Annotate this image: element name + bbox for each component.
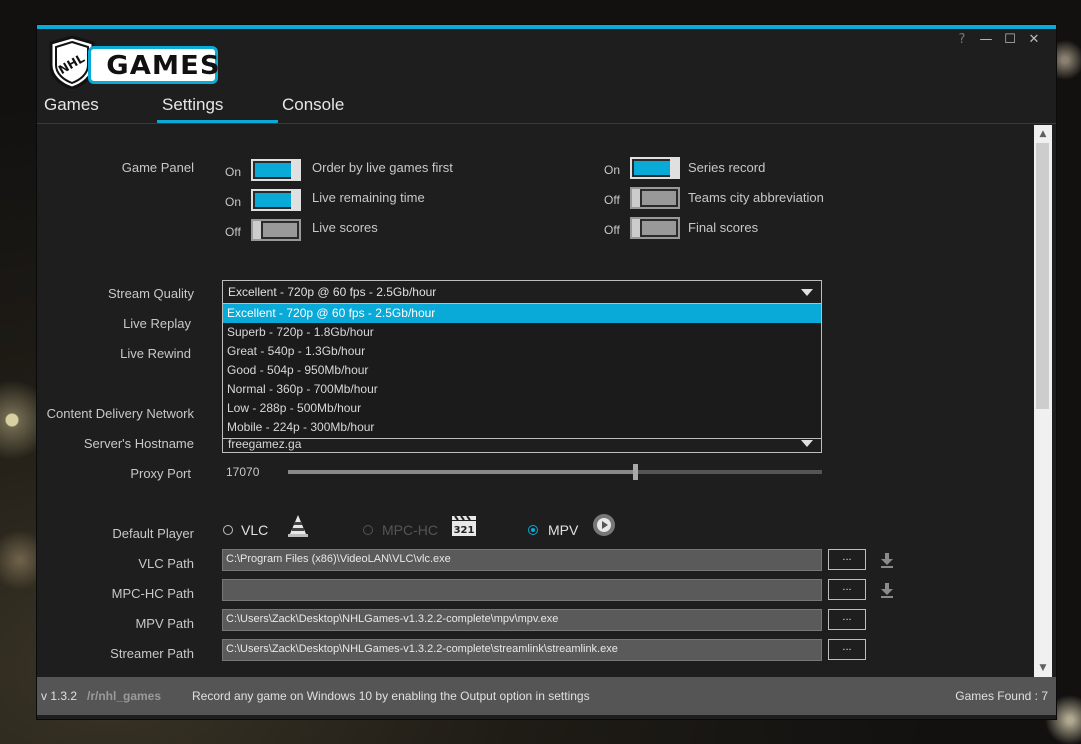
chevron-down-icon — [801, 289, 813, 296]
app-window: NHL GAMES ? — ☐ ✕ Games Settings Console… — [37, 25, 1056, 719]
mpv-browse-button[interactable]: ... — [828, 609, 866, 630]
slider-thumb[interactable] — [633, 464, 639, 480]
mpc-hc-radio-label: MPC-HC — [382, 522, 438, 538]
final-scores-toggle[interactable] — [630, 217, 680, 239]
teams-city-abbreviation-toggle[interactable] — [630, 187, 680, 209]
game-panel-label: Game Panel — [121, 160, 194, 175]
svg-text:321: 321 — [454, 525, 475, 536]
mpv-radio[interactable] — [528, 525, 538, 535]
stream-quality-select[interactable]: Excellent - 720p @ 60 fps - 2.5Gb/hour — [222, 280, 822, 304]
toggle-state: Off — [604, 223, 620, 237]
mpc-hc-radio[interactable] — [363, 525, 373, 535]
vertical-scrollbar[interactable]: ▲ ▼ — [1034, 125, 1052, 677]
tab-games[interactable]: Games — [44, 95, 99, 115]
dropdown-option[interactable]: Normal - 360p - 700Mb/hour — [223, 380, 821, 399]
toggle-label: Live remaining time — [312, 190, 425, 205]
download-icon[interactable] — [880, 552, 894, 568]
order-live-first-toggle[interactable] — [251, 159, 301, 181]
stream-quality-dropdown: Excellent - 720p @ 60 fps - 2.5Gb/hour S… — [222, 303, 822, 439]
mpc-clapper-icon: 321 — [452, 515, 476, 536]
hostname-label: Server's Hostname — [83, 436, 194, 451]
vlc-radio-label: VLC — [241, 522, 269, 538]
dropdown-option[interactable]: Low - 288p - 500Mb/hour — [223, 399, 821, 418]
live-rewind-label: Live Rewind — [120, 346, 191, 361]
toggle-label: Live scores — [312, 220, 378, 235]
version-text: v 1.3.2 — [41, 689, 78, 703]
toggle-label: Series record — [688, 160, 766, 175]
vlc-path-input[interactable]: C:\Program Files (x86)\VideoLAN\VLC\vlc.… — [222, 549, 822, 571]
scrollbar-thumb[interactable] — [1036, 143, 1049, 409]
mpc-hc-path-input[interactable] — [222, 579, 822, 601]
live-replay-label: Live Replay — [123, 316, 191, 331]
vlc-cone-icon — [288, 515, 308, 537]
mpc-hc-browse-button[interactable]: ... — [828, 579, 866, 600]
toggle-state: Off — [604, 193, 620, 207]
series-record-toggle[interactable] — [630, 157, 680, 179]
slider-fill — [288, 470, 636, 474]
maximize-icon[interactable]: ☐ — [998, 32, 1022, 47]
default-player-label: Default Player — [112, 526, 194, 541]
stream-quality-label: Stream Quality — [108, 286, 194, 301]
logo-text: GAMES — [106, 51, 221, 81]
scroll-up-icon[interactable]: ▲ — [1034, 126, 1052, 142]
mpv-path-label: MPV Path — [135, 616, 194, 631]
mpv-play-icon — [593, 514, 615, 536]
hostname-select[interactable]: freegamez.ga — [222, 437, 822, 453]
toggle-label: Final scores — [688, 220, 759, 235]
dropdown-option[interactable]: Superb - 720p - 1.8Gb/hour — [223, 323, 821, 342]
vlc-browse-button[interactable]: ... — [828, 549, 866, 570]
subreddit-link[interactable]: /r/nhl_games — [87, 689, 161, 703]
streamer-path-label: Streamer Path — [110, 646, 194, 661]
status-tip: Record any game on Windows 10 by enablin… — [192, 689, 590, 703]
toggle-label: Teams city abbreviation — [688, 190, 824, 205]
proxy-port-label: Proxy Port — [130, 466, 191, 481]
mpv-path-value: C:\Users\Zack\Desktop\NHLGames-v1.3.2.2-… — [226, 613, 559, 625]
tab-console[interactable]: Console — [282, 95, 344, 115]
hostname-value: freegamez.ga — [228, 437, 302, 451]
proxy-port-slider[interactable] — [288, 464, 822, 480]
streamer-path-input[interactable]: C:\Users\Zack\Desktop\NHLGames-v1.3.2.2-… — [222, 639, 822, 661]
download-icon[interactable] — [880, 582, 894, 598]
mpv-radio-label: MPV — [548, 522, 579, 538]
vlc-radio[interactable] — [223, 525, 233, 535]
live-scores-toggle[interactable] — [251, 219, 301, 241]
window-controls: ? — ☐ ✕ — [950, 32, 1046, 47]
close-icon[interactable]: ✕ — [1022, 32, 1046, 47]
toggle-state: On — [225, 165, 242, 179]
streamer-path-value: C:\Users\Zack\Desktop\NHLGames-v1.3.2.2-… — [226, 643, 618, 655]
toggle-state: On — [225, 195, 242, 209]
cdn-label: Content Delivery Network — [46, 406, 194, 421]
vlc-path-label: VLC Path — [138, 556, 194, 571]
dropdown-option[interactable]: Mobile - 224p - 300Mb/hour — [223, 418, 821, 437]
vlc-path-value: C:\Program Files (x86)\VideoLAN\VLC\vlc.… — [226, 553, 451, 565]
chevron-down-icon — [801, 440, 813, 447]
minimize-icon[interactable]: — — [974, 32, 998, 47]
dropdown-option[interactable]: Great - 540p - 1.3Gb/hour — [223, 342, 821, 361]
streamer-browse-button[interactable]: ... — [828, 639, 866, 660]
tab-settings[interactable]: Settings — [162, 95, 223, 115]
mpv-path-input[interactable]: C:\Users\Zack\Desktop\NHLGames-v1.3.2.2-… — [222, 609, 822, 631]
help-icon[interactable]: ? — [950, 32, 974, 47]
toggle-label: Order by live games first — [312, 160, 453, 175]
settings-panel: Game Panel On Order by live games first … — [37, 125, 1037, 677]
active-tab-indicator — [157, 120, 278, 123]
dropdown-option[interactable]: Excellent - 720p @ 60 fps - 2.5Gb/hour — [223, 304, 821, 323]
dropdown-option[interactable]: Good - 504p - 950Mb/hour — [223, 361, 821, 380]
proxy-port-value: 17070 — [226, 465, 260, 479]
games-found-count: Games Found : 7 — [955, 689, 1048, 703]
stream-quality-value: Excellent - 720p @ 60 fps - 2.5Gb/hour — [228, 285, 437, 299]
games-badge: GAMES — [88, 46, 221, 84]
app-logo: NHL GAMES — [46, 35, 221, 89]
live-remaining-time-toggle[interactable] — [251, 189, 301, 211]
toggle-state: On — [604, 163, 621, 177]
toggle-state: Off — [225, 225, 241, 239]
scroll-down-icon[interactable]: ▼ — [1034, 660, 1052, 676]
status-bar: v 1.3.2 /r/nhl_games Record any game on … — [37, 677, 1056, 715]
mpc-hc-path-label: MPC-HC Path — [111, 586, 194, 601]
tab-bar: Games Settings Console — [37, 95, 1056, 124]
